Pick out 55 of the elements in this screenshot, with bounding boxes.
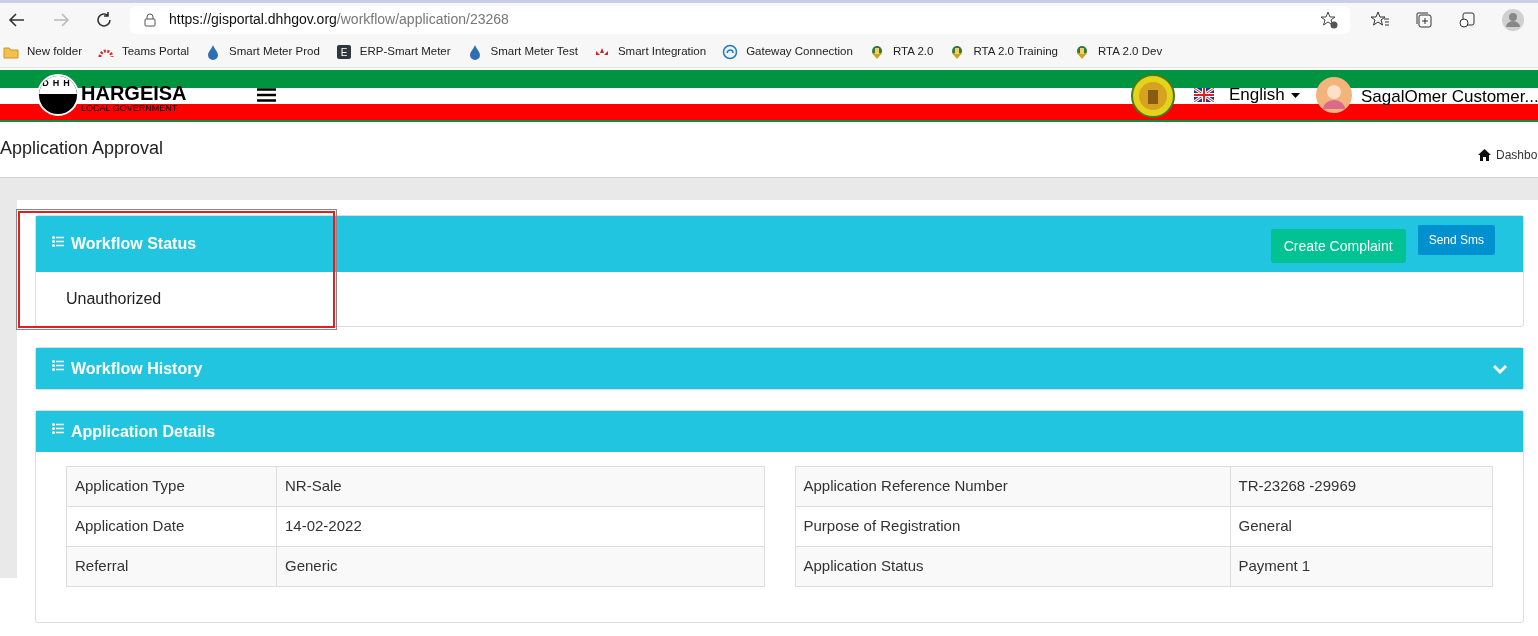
reload-icon[interactable] — [95, 10, 113, 29]
field-label: Application Status — [795, 546, 1230, 587]
browser-essentials-icon[interactable] — [1458, 10, 1476, 29]
bookmark-link[interactable]: New folder — [3, 42, 82, 61]
workflow-status-value: Unauthorized — [66, 289, 162, 309]
page-title: Application Approval — [0, 137, 164, 160]
field-label: Application Type — [66, 466, 277, 507]
send-sms-button[interactable]: Send Sms — [1417, 225, 1495, 255]
letter-icon: E — [335, 43, 352, 60]
field-value: NR-Sale — [276, 466, 764, 507]
bookmark-link[interactable]: Smart Meter Prod — [205, 42, 320, 61]
collections-icon[interactable] — [1415, 10, 1433, 29]
list-icon — [52, 235, 64, 247]
favorites-icon[interactable] — [1370, 10, 1390, 29]
list-icon — [52, 360, 64, 371]
address-bar[interactable]: https://gisportal.dhhgov.org/workflow/application/23268 — [130, 5, 1350, 34]
emblem-icon — [1074, 43, 1090, 60]
bookmark-link[interactable]: Teams Portal — [97, 42, 190, 61]
field-label: Application Date — [66, 506, 277, 547]
menu-icon[interactable] — [257, 88, 276, 102]
language-dropdown[interactable]: English — [1229, 84, 1300, 106]
field-value: 14-02-2022 — [276, 506, 764, 547]
field-label: Referral — [66, 546, 277, 587]
bookmark-link[interactable]: Gateway Connection — [722, 42, 853, 61]
avatar-icon — [1316, 77, 1352, 113]
profile-icon[interactable] — [1502, 8, 1524, 31]
list-icon — [52, 423, 64, 434]
uk-flag-icon — [1194, 88, 1214, 102]
panel-title: Workflow Status — [71, 234, 197, 254]
bookmark-link[interactable]: RTA 2.0 — [868, 42, 934, 61]
field-value: Generic — [276, 546, 764, 587]
field-value: General — [1230, 506, 1493, 547]
bookmark-link[interactable]: RTA 2.0 Training — [949, 42, 1058, 61]
swirl-icon — [722, 43, 739, 60]
logo-title: HARGEISA — [81, 83, 187, 103]
bookmark-link[interactable]: Smart Integration — [593, 42, 707, 61]
field-value: TR-23268 -29969 — [1230, 466, 1493, 507]
caret-icon — [1290, 92, 1300, 98]
back-icon[interactable] — [8, 10, 26, 29]
bookmark-link[interactable]: E ERP-Smart Meter — [335, 42, 451, 61]
home-icon — [1478, 149, 1491, 161]
user-name[interactable]: SagalOmer Customer... — [1361, 84, 1538, 110]
add-favorite-icon[interactable] — [1320, 10, 1338, 29]
bookmark-link[interactable]: Smart Meter Test — [466, 42, 578, 61]
panel-title: Workflow History — [71, 358, 203, 379]
field-label: Application Reference Number — [795, 466, 1230, 507]
bookmark-link[interactable]: RTA 2.0 Dev — [1074, 42, 1163, 61]
logo-subtitle: LOCAL GOVERNMENT — [81, 104, 179, 113]
panel-title: Application Details — [71, 421, 216, 442]
field-label: Purpose of Registration — [795, 506, 1230, 547]
emblem-icon — [1131, 74, 1175, 118]
url-text: https://gisportal.dhhgov.org/workflow/application/23268 — [169, 10, 510, 29]
field-value: Payment 1 — [1230, 546, 1493, 587]
breadcrumb-link[interactable]: Dashbo — [1496, 146, 1538, 164]
lock-icon — [144, 12, 156, 27]
